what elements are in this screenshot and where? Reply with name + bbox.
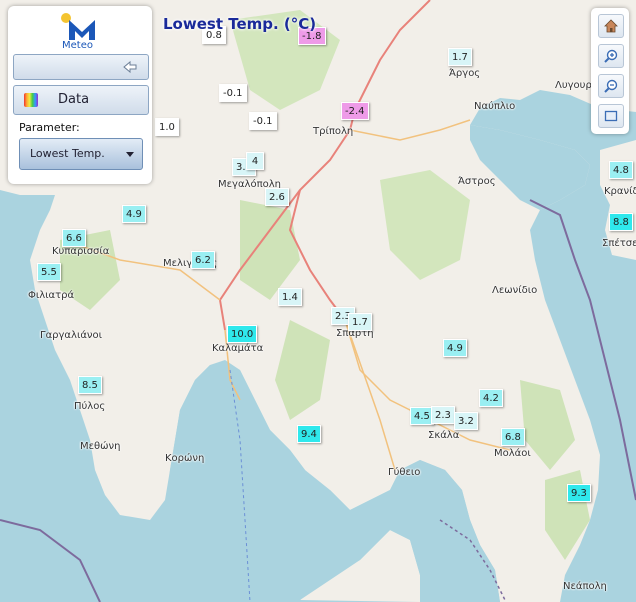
station-marker[interactable]: 4.2: [479, 389, 503, 407]
station-marker[interactable]: 4: [246, 152, 264, 170]
station-marker[interactable]: 4.9: [443, 339, 467, 357]
map-title: Lowest Temp. (°C): [163, 15, 317, 33]
station-marker[interactable]: 10.0: [227, 325, 258, 343]
place-label: Τρίπολη: [313, 126, 354, 137]
station-marker[interactable]: 2.6: [265, 188, 289, 206]
place-label: Κρανίδι: [604, 186, 636, 197]
data-button-label: Data: [58, 92, 90, 107]
parameter-select[interactable]: Lowest Temp.: [19, 138, 143, 170]
station-marker[interactable]: 6.2: [191, 251, 215, 269]
zoom-in-button[interactable]: [598, 44, 624, 68]
place-label: Φιλιατρά: [28, 290, 75, 301]
home-icon: [604, 19, 618, 33]
station-marker[interactable]: 9.3: [567, 484, 591, 502]
station-marker[interactable]: 8.8: [609, 213, 633, 231]
station-marker[interactable]: 6.6: [62, 229, 86, 247]
station-marker[interactable]: 5.5: [37, 263, 61, 281]
station-marker[interactable]: 4.8: [609, 161, 633, 179]
place-label: Γαργαλιάνοι: [40, 330, 103, 341]
station-marker[interactable]: 9.4: [297, 425, 321, 443]
place-label: Μολάοι: [494, 448, 531, 459]
place-label: Ναύπλιο: [474, 101, 516, 112]
place-label: Λεωνίδιο: [492, 285, 538, 296]
zoom-extent-icon: [604, 110, 618, 122]
place-label: Άστρος: [458, 176, 496, 187]
place-label: Μεθώνη: [80, 441, 121, 452]
parameter-select-value: Lowest Temp.: [30, 147, 105, 160]
collapse-panel-button[interactable]: [13, 54, 149, 80]
place-label: Γύθειο: [388, 467, 421, 478]
zoom-in-icon: [604, 49, 618, 63]
station-marker[interactable]: -0.1: [249, 112, 277, 130]
control-panel: Meteo Data Parameter: Lowest Temp.: [8, 6, 152, 184]
station-marker[interactable]: 2.3: [431, 406, 455, 424]
station-marker[interactable]: 1.4: [278, 288, 302, 306]
place-label: Σκάλα: [428, 430, 460, 441]
map-toolbar: [591, 8, 629, 134]
station-marker[interactable]: 4.9: [122, 205, 146, 223]
station-marker[interactable]: 1.7: [348, 313, 372, 331]
zoom-out-icon: [604, 79, 618, 93]
zoom-extent-button[interactable]: [598, 104, 624, 128]
place-label: Σπέτσες: [602, 238, 636, 249]
logo-text: Meteo: [62, 40, 93, 51]
place-label: Άργος: [449, 68, 481, 79]
arrow-left-icon: [123, 60, 137, 74]
place-label: Κορώνη: [165, 453, 205, 464]
station-marker[interactable]: -2.4: [341, 102, 369, 120]
station-marker[interactable]: 3.2: [454, 412, 478, 430]
zoom-out-button[interactable]: [598, 74, 624, 98]
station-marker[interactable]: 6.8: [501, 428, 525, 446]
place-label: Νεάπολη: [563, 581, 607, 592]
home-button[interactable]: [598, 14, 624, 38]
chevron-down-icon: [126, 152, 134, 157]
station-marker[interactable]: 1.0: [155, 118, 179, 136]
color-scale-icon: [24, 93, 38, 107]
parameter-label: Parameter:: [19, 121, 80, 134]
station-marker[interactable]: -0.1: [219, 84, 247, 102]
place-label: Καλαμάτα: [212, 343, 264, 354]
place-label: Πύλος: [74, 401, 106, 412]
map-view[interactable]: Κυπαρισσία Φιλιατρά Γαργαλιάνοι Πύλος Μεθώνη…: [0, 0, 636, 602]
data-button[interactable]: Data: [13, 85, 149, 115]
station-marker[interactable]: 1.7: [448, 48, 472, 66]
station-marker[interactable]: 8.5: [78, 376, 102, 394]
